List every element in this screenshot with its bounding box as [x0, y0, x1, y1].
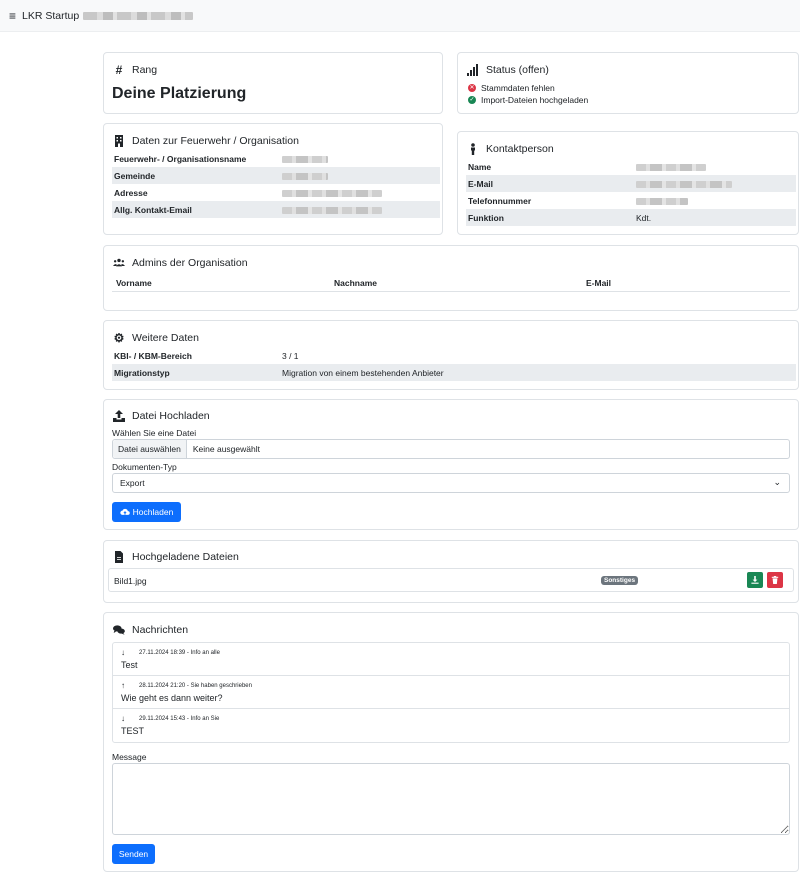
upload-title: Datei Hochladen	[132, 410, 210, 422]
upload-button[interactable]: Hochladen	[112, 502, 181, 522]
admins-card: Admins der Organisation Vorname Nachname…	[103, 245, 799, 311]
hash-icon: #	[115, 63, 123, 77]
uploaded-files-title: Hochgeladene Dateien	[132, 551, 239, 563]
check-circle-icon: ✓	[468, 96, 476, 104]
trash-icon	[771, 576, 779, 584]
contact-title: Kontaktperson	[486, 143, 554, 155]
file-name: Bild1.jpg	[114, 576, 147, 586]
uploaded-files-card: Hochgeladene Dateien Bild1.jpg Sonstiges	[103, 540, 799, 603]
contact-row-telefon: Telefonnummer	[466, 192, 796, 209]
document-type-value: Export	[120, 478, 145, 488]
app-title[interactable]: LKR Startup	[22, 10, 79, 22]
hamburger-menu-icon[interactable]: ≡	[9, 10, 16, 22]
rang-title: Rang	[132, 64, 158, 76]
organisation-title: Daten zur Feuerwehr / Organisation	[132, 135, 299, 147]
more-data-title: Weitere Daten	[132, 332, 199, 344]
message-textarea[interactable]	[112, 763, 790, 835]
rang-heading: Deine Platzierung	[112, 85, 247, 102]
contact-row-funktion: Funktion Kdt.	[466, 209, 796, 226]
organisation-card: Daten zur Feuerwehr / Organisation Feuer…	[103, 123, 443, 235]
redacted-value	[282, 189, 382, 197]
arrow-up-icon: ↑	[121, 681, 125, 690]
file-input[interactable]: Datei auswählen Keine ausgewählt	[112, 439, 790, 459]
redacted-value	[282, 172, 328, 180]
arrow-down-icon: ↓	[121, 648, 125, 657]
more-row-migration: Migrationstyp Migration von einem bestehe…	[112, 364, 796, 381]
top-navbar: ≡ LKR Startup	[0, 0, 800, 32]
redacted-value	[636, 180, 732, 188]
arrow-down-icon: ↓	[121, 714, 125, 723]
column-email: E-Mail	[586, 278, 612, 288]
column-vorname: Vorname	[116, 278, 152, 288]
org-row-gemeinde: Gemeinde	[112, 167, 440, 184]
org-row-adresse: Adresse	[112, 184, 440, 201]
file-none-text: Keine ausgewählt	[192, 444, 260, 454]
message-list: ↓ 27.11.2024 18:39 - Info an alle Test ↑ 2…	[112, 642, 790, 743]
org-row-name: Feuerwehr- / Organisationsname	[112, 150, 440, 167]
contact-row-name: Name	[466, 158, 796, 175]
org-row-email: Allg. Kontakt-Email	[112, 201, 440, 218]
status-item-import: ✓ Import-Dateien hochgeladen	[468, 95, 589, 105]
messages-card: Nachrichten ↓ 27.11.2024 18:39 - Info an …	[103, 612, 799, 872]
redacted-org-name	[83, 11, 194, 20]
file-label: Wählen Sie eine Datei	[112, 428, 197, 438]
download-icon	[751, 576, 759, 584]
admins-table-header: Vorname Nachname E-Mail	[112, 276, 790, 292]
file-icon	[112, 550, 126, 564]
status-card: Status (offen) ✕ Stammdaten fehlen ✓ Imp…	[457, 52, 799, 114]
download-button[interactable]	[747, 572, 763, 588]
more-data-card: ⚙ Weitere Daten KBI- / KBM-Bereich 3 / 1 …	[103, 320, 799, 390]
redacted-value	[636, 197, 688, 205]
contact-card: Kontaktperson Name E-Mail Telefonnummer …	[457, 131, 799, 235]
contact-row-email: E-Mail	[466, 175, 796, 192]
choose-file-button[interactable]: Datei auswählen	[113, 440, 187, 458]
users-icon	[112, 256, 126, 270]
send-button[interactable]: Senden	[112, 844, 155, 864]
file-list-item: Bild1.jpg Sonstiges	[108, 568, 794, 592]
signal-bars-icon	[466, 63, 480, 77]
comments-icon	[112, 623, 126, 637]
message-item: ↑ 28.11.2024 21:20 - Sie haben geschriebe…	[113, 676, 789, 709]
file-type-badge: Sonstiges	[601, 576, 639, 585]
upload-icon	[112, 409, 126, 423]
cloud-upload-icon	[120, 508, 130, 516]
admins-title: Admins der Organisation	[132, 257, 248, 269]
status-item-stammdaten: ✕ Stammdaten fehlen	[468, 83, 555, 93]
status-title: Status (offen)	[486, 64, 549, 76]
more-row-kbi: KBI- / KBM-Bereich 3 / 1	[114, 350, 299, 361]
chevron-down-icon: ⌄	[773, 477, 781, 487]
message-label: Message	[112, 752, 147, 762]
type-label: Dokumenten-Typ	[112, 462, 177, 472]
error-circle-icon: ✕	[468, 84, 476, 92]
delete-button[interactable]	[767, 572, 783, 588]
column-nachname: Nachname	[334, 278, 377, 288]
document-type-select[interactable]: Export ⌄	[112, 473, 790, 493]
redacted-value	[282, 206, 382, 214]
upload-card: Datei Hochladen Wählen Sie eine Datei Da…	[103, 399, 799, 530]
messages-title: Nachrichten	[132, 624, 189, 636]
redacted-value	[282, 155, 328, 163]
redacted-value	[636, 163, 706, 171]
gear-icon: ⚙	[113, 331, 125, 345]
message-item: ↓ 27.11.2024 18:39 - Info an alle Test	[113, 643, 789, 676]
building-icon	[112, 134, 126, 148]
message-item: ↓ 29.11.2024 15:43 - Info an Sie TEST	[121, 714, 220, 736]
rang-card: # Rang Deine Platzierung	[103, 52, 443, 114]
person-icon	[466, 142, 480, 156]
